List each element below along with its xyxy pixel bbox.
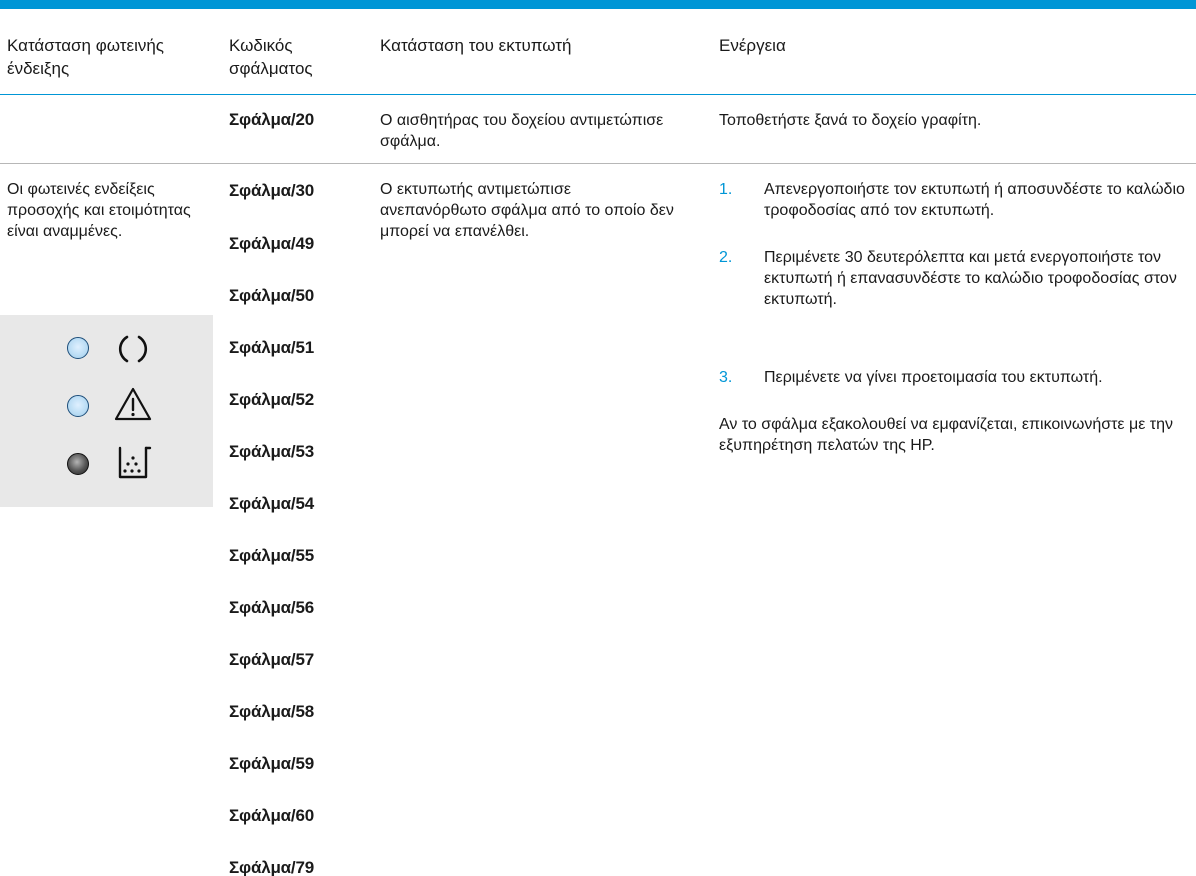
step-number: 1. [719,181,733,198]
led-panel [0,315,213,507]
row2-error-code: Σφάλμα/49 [229,234,314,253]
row2-note: Αν το σφάλμα εξακολουθεί να εμφανίζεται,… [719,416,1173,454]
header-action: Ενέργεια [719,36,786,55]
error-table-page: Κατάσταση φωτεινής ένδειξης Κωδικός σφάλ… [0,0,1196,876]
header-error-code: Κωδικός σφάλματος [229,36,313,78]
step-text: Περιμένετε 30 δευτερόλεπτα και μετά ενερ… [764,249,1177,308]
step-number: 2. [719,249,733,266]
row2-error-code: Σφάλμα/58 [229,702,314,721]
step-text: Απενεργοποιήστε τον εκτυπωτή ή αποσυνδέσ… [764,181,1185,219]
power-ready-icon [118,335,148,363]
row2-error-code: Σφάλμα/50 [229,286,314,305]
row2-error-code: Σφάλμα/56 [229,598,314,617]
toner-icon [118,446,152,479]
row1-printer-status: Ο αισθητήρας του δοχείου αντιμετώπισε σφ… [380,112,664,150]
row1-action: Τοποθετήστε ξανά το δοχείο γραφίτη. [719,112,982,129]
row2-error-code: Σφάλμα/52 [229,390,314,409]
row2-error-code: Σφάλμα/57 [229,650,314,669]
warning-triangle-icon [114,387,152,421]
row2-error-code: Σφάλμα/60 [229,806,314,825]
header-printer-status: Κατάσταση του εκτυπωτή [380,36,572,55]
row1-error-code: Σφάλμα/20 [229,110,314,129]
attention-led [67,395,89,417]
row2-error-code: Σφάλμα/30 [229,181,314,200]
row2-led-state: Οι φωτεινές ενδείξεις προσοχής και ετοιμ… [7,181,191,240]
toner-led [67,453,89,475]
header-led-status: Κατάσταση φωτεινής ένδειξης [7,36,165,78]
row2-error-code: Σφάλμα/59 [229,754,314,773]
row2-printer-status: Ο εκτυπωτής αντιμετώπισε ανεπανόρθωτο σφ… [380,181,674,240]
row2-error-code: Σφάλμα/51 [229,338,314,357]
row2-error-code: Σφάλμα/79 [229,858,314,876]
top-accent-bar [0,0,1196,9]
ready-led [67,337,89,359]
step-text: Περιμένετε να γίνει προετοιμασία του εκτ… [764,369,1103,386]
row2-error-code: Σφάλμα/53 [229,442,314,461]
step-number: 3. [719,369,733,386]
header-divider [0,94,1196,95]
row2-error-code: Σφάλμα/54 [229,494,314,513]
row-divider [0,163,1196,164]
row2-error-code: Σφάλμα/55 [229,546,314,565]
